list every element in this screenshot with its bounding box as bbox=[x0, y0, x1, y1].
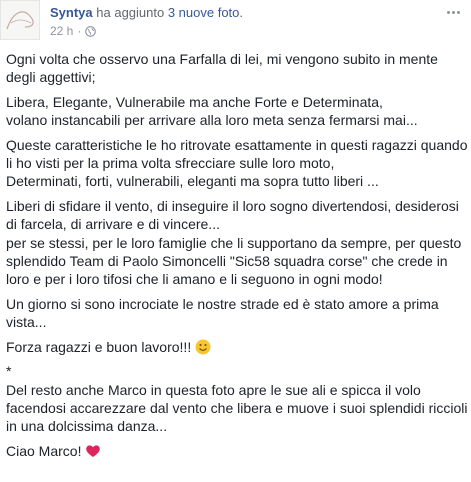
avatar[interactable] bbox=[0, 0, 40, 40]
paragraph-1: Ogni volta che osservo una Farfalla di l… bbox=[6, 51, 438, 86]
globe-icon[interactable] bbox=[85, 25, 97, 37]
post-action-text: ha aggiunto bbox=[96, 5, 165, 20]
title-period: . bbox=[239, 5, 244, 20]
paragraph-4: Liberi di sfidare il vento, di inseguire… bbox=[6, 197, 462, 288]
paragraph-2: Libera, Elegante, Vulnerabile ma anche F… bbox=[6, 93, 418, 129]
photos-link[interactable]: 3 nuove foto bbox=[168, 5, 240, 20]
smile-emoji-icon bbox=[195, 339, 211, 355]
post-body: Ogni volta che osservo una Farfalla di l… bbox=[6, 50, 468, 466]
paragraph-6-text: Forza ragazzi e buon lavoro!!! bbox=[6, 338, 196, 355]
meta-separator: · bbox=[77, 24, 82, 38]
post-timestamp[interactable]: 22 h bbox=[50, 24, 73, 38]
facebook-post: Syntya ha aggiunto 3 nuove foto. 22 h · … bbox=[0, 0, 471, 482]
paragraph-8: Del resto anche Marco in questa foto apr… bbox=[6, 381, 468, 435]
paragraph-5: Un giorno si sono incrociate le nostre s… bbox=[6, 295, 439, 331]
paragraph-6: Forza ragazzi e buon lavoro!!! bbox=[6, 338, 468, 356]
post-title-line: Syntya ha aggiunto 3 nuove foto. bbox=[50, 5, 243, 20]
paragraph-9-text: Ciao Marco! bbox=[6, 442, 86, 459]
paragraph-3: Queste caratteristiche le ho ritrovate e… bbox=[6, 136, 468, 190]
author-name-link[interactable]: Syntya bbox=[50, 5, 93, 20]
avatar-logo-icon bbox=[6, 11, 34, 30]
post-meta: 22 h · bbox=[50, 24, 97, 38]
paragraph-9: Ciao Marco! bbox=[6, 442, 468, 460]
more-options-icon[interactable] bbox=[443, 6, 463, 18]
post-header: Syntya ha aggiunto 3 nuove foto. 22 h · bbox=[0, 0, 471, 44]
heart-emoji-icon bbox=[85, 443, 101, 459]
paragraph-7: * bbox=[6, 363, 12, 380]
